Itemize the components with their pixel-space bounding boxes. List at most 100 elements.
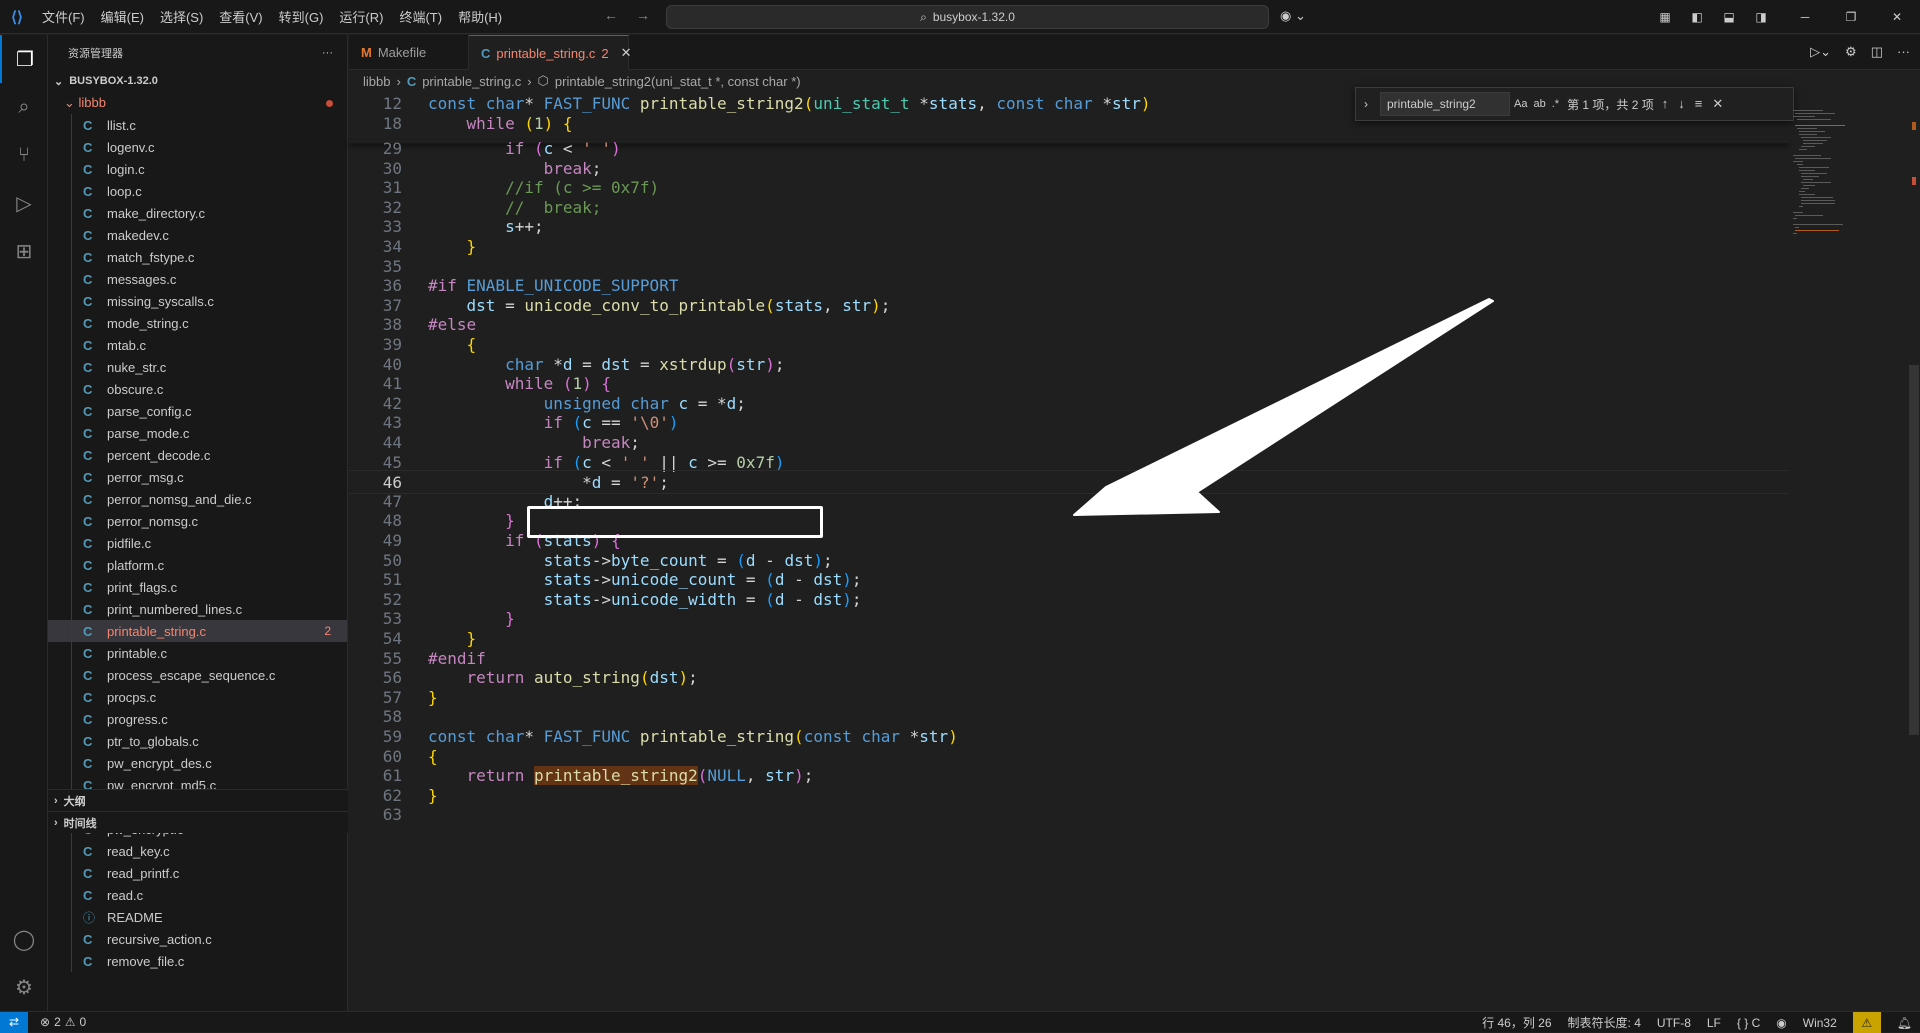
previous-match-arrow-icon[interactable]: ↑ <box>1662 96 1669 112</box>
file-item[interactable]: Cprint_numbered_lines.c <box>48 598 347 620</box>
source-control-icon[interactable]: ⑂ <box>0 131 48 179</box>
code-line[interactable]: 63 <box>349 803 1789 827</box>
file-item[interactable]: Clogenv.c <box>48 136 347 158</box>
toggle-secondary-sidebar-icon[interactable]: ◨ <box>1750 10 1772 24</box>
tab-makefile[interactable]: M Makefile <box>349 35 469 70</box>
customize-layout-icon[interactable]: ▦ <box>1654 10 1676 24</box>
indentation[interactable]: 制表符长度: 4 <box>1568 1014 1641 1031</box>
outline-section[interactable]: › 大纲 <box>48 789 348 811</box>
file-item[interactable]: Cloop.c <box>48 180 347 202</box>
copilot-icon[interactable]: ◉ ⌄ <box>1280 8 1306 24</box>
file-item[interactable]: Cprocess_escape_sequence.c <box>48 664 347 686</box>
menu-go[interactable]: 转到(G) <box>271 7 332 26</box>
menu-help[interactable]: 帮助(H) <box>450 7 510 26</box>
file-item[interactable]: Clogin.c <box>48 158 347 180</box>
back-arrow-icon[interactable]: ← <box>604 7 618 23</box>
timeline-section[interactable]: › 时间线 <box>48 811 348 833</box>
workspace-root[interactable]: ⌄ BUSYBOX-1.32.0 <box>48 70 347 92</box>
file-item[interactable]: Cobscure.c <box>48 378 347 400</box>
encoding[interactable]: UTF-8 <box>1657 1016 1691 1030</box>
file-item[interactable]: ⓘ README <box>48 906 347 928</box>
next-match-arrow-icon[interactable]: ↓ <box>1678 96 1685 112</box>
file-item[interactable]: Cprocps.c <box>48 686 347 708</box>
restore-icon[interactable]: ❐ <box>1828 10 1874 24</box>
run-debug-icon[interactable]: ▷ <box>0 179 48 227</box>
platform[interactable]: Win32 <box>1803 1016 1837 1030</box>
search-view-icon[interactable]: ⌕ <box>0 83 48 131</box>
language-mode[interactable]: { } C <box>1737 1016 1760 1030</box>
minimize-icon[interactable]: ─ <box>1782 10 1828 24</box>
breadcrumb-file[interactable]: printable_string.c <box>422 74 521 89</box>
manage-gear-icon[interactable]: ⚙ <box>0 963 48 1011</box>
file-item[interactable]: Cread_key.c <box>48 840 347 862</box>
extensions-icon[interactable]: ⊞ <box>0 227 48 275</box>
file-item[interactable]: Cperror_nomsg.c <box>48 510 347 532</box>
file-item[interactable]: Cpercent_decode.c <box>48 444 347 466</box>
file-item[interactable]: Cperror_msg.c <box>48 466 347 488</box>
close-window-icon[interactable]: ✕ <box>1874 10 1920 24</box>
find-input[interactable]: printable_string2 <box>1380 92 1510 116</box>
minimap[interactable] <box>1789 92 1905 1011</box>
file-item[interactable]: Cmode_string.c <box>48 312 347 334</box>
breadcrumb-folder[interactable]: libbb <box>363 74 390 89</box>
use-regex-toggle[interactable]: .* <box>1552 98 1559 110</box>
menu-run[interactable]: 运行(R) <box>331 7 391 26</box>
toggle-sidebar-icon[interactable]: ◧ <box>1686 10 1708 24</box>
warning-status-icon[interactable]: ⚠ <box>1852 1012 1881 1033</box>
breadcrumb-symbol[interactable]: printable_string2(uni_stat_t *, const ch… <box>555 74 801 89</box>
tab-printable-string[interactable]: C printable_string.c 2 ✕ <box>469 35 632 70</box>
find-in-selection-icon[interactable]: ≡ <box>1695 96 1703 112</box>
problems-indicator[interactable]: ⊗ 2 ⚠ 0 <box>40 1015 86 1029</box>
notifications-bell-icon[interactable]: 🔔︎ <box>1897 1016 1912 1030</box>
file-item[interactable]: Cmakedev.c <box>48 224 347 246</box>
file-item[interactable]: Cprint_flags.c <box>48 576 347 598</box>
remote-indicator-icon[interactable]: ⇄ <box>0 1011 28 1033</box>
more-actions-icon[interactable]: ··· <box>322 47 333 59</box>
file-item[interactable]: Cmtab.c <box>48 334 347 356</box>
scrollbar-thumb[interactable] <box>1909 365 1919 735</box>
file-item[interactable]: Crecursive_action.c <box>48 928 347 950</box>
menu-file[interactable]: 文件(F) <box>34 7 93 26</box>
copilot-status-icon[interactable]: ◉ <box>1776 1016 1786 1030</box>
cursor-position[interactable]: 行 46，列 26 <box>1482 1014 1551 1031</box>
file-item[interactable]: Cmake_directory.c <box>48 202 347 224</box>
file-item[interactable]: Cptr_to_globals.c <box>48 730 347 752</box>
menu-selection[interactable]: 选择(S) <box>152 7 211 26</box>
file-item[interactable]: Cprintable.c <box>48 642 347 664</box>
file-item[interactable]: Cparse_mode.c <box>48 422 347 444</box>
accounts-icon[interactable]: ◯ <box>0 915 48 963</box>
file-item[interactable]: Cnuke_str.c <box>48 356 347 378</box>
file-item[interactable]: Cmessages.c <box>48 268 347 290</box>
menu-edit[interactable]: 编辑(E) <box>93 7 152 26</box>
file-item[interactable]: Cmissing_syscalls.c <box>48 290 347 312</box>
file-item[interactable]: Cplatform.c <box>48 554 347 576</box>
split-editor-icon[interactable]: ◫ <box>1871 44 1883 60</box>
code-editor[interactable]: 12 const char* FAST_FUNC printable_string… <box>349 92 1920 1011</box>
toggle-panel-icon[interactable]: ⬓ <box>1718 10 1740 24</box>
file-item[interactable]: Cremove_file.c <box>48 950 347 972</box>
toggle-replace-icon[interactable]: › <box>1356 97 1376 111</box>
match-case-toggle[interactable]: Aa <box>1514 98 1527 110</box>
menu-terminal[interactable]: 终端(T) <box>391 7 450 26</box>
file-item[interactable]: Cread_printf.c <box>48 862 347 884</box>
end-of-line[interactable]: LF <box>1707 1016 1721 1030</box>
folder-libbb[interactable]: ⌄ libbb <box>48 92 347 114</box>
run-icon[interactable]: ▷⌄ <box>1810 44 1831 60</box>
file-item[interactable]: Cprintable_string.c 2 <box>48 620 347 642</box>
more-actions-icon[interactable]: ··· <box>1897 44 1910 60</box>
explorer-icon[interactable]: ❐ <box>0 35 48 83</box>
forward-arrow-icon[interactable]: → <box>636 7 650 23</box>
file-item[interactable]: Cmatch_fstype.c <box>48 246 347 268</box>
file-item[interactable]: Cparse_config.c <box>48 400 347 422</box>
close-tab-icon[interactable]: ✕ <box>621 45 632 61</box>
command-center-search[interactable]: ⌕ busybox-1.32.0 <box>666 5 1269 29</box>
file-item[interactable]: Cperror_nomsg_and_die.c <box>48 488 347 510</box>
menu-view[interactable]: 查看(V) <box>211 7 270 26</box>
match-whole-word-toggle[interactable]: ab <box>1533 98 1545 110</box>
file-item[interactable]: Cpidfile.c <box>48 532 347 554</box>
file-item[interactable]: Cread.c <box>48 884 347 906</box>
close-find-icon[interactable]: ✕ <box>1712 96 1723 112</box>
file-item[interactable]: Cpw_encrypt_des.c <box>48 752 347 774</box>
file-item[interactable]: Cllist.c <box>48 114 347 136</box>
settings-gear-icon[interactable]: ⚙ <box>1845 44 1857 60</box>
